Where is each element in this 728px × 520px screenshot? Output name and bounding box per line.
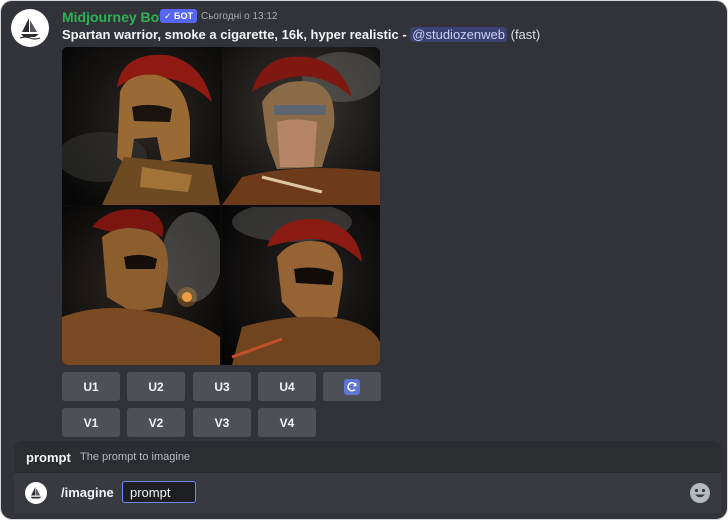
upscale-3-button[interactable]: U3 [193,372,251,401]
refresh-icon [344,378,360,395]
command-option-hint: prompt The prompt to imagine [14,441,721,473]
bot-avatar[interactable] [11,9,49,47]
sailboat-icon [19,18,41,40]
hint-option-name: prompt [26,450,71,465]
prompt-option-input[interactable]: prompt [122,481,196,503]
user-mention[interactable]: @studiozenweb [410,27,507,42]
upscale-2-button[interactable]: U2 [127,372,185,401]
variation-1-button[interactable]: V1 [62,408,120,437]
variation-3-button[interactable]: V3 [193,408,251,437]
generated-image-grid[interactable] [62,47,380,365]
variation-2-button[interactable]: V2 [127,408,185,437]
image-quadrant-3 [62,207,220,365]
prompt-separator: - [398,27,411,42]
upscale-1-button[interactable]: U1 [62,372,120,401]
hint-option-description: The prompt to imagine [80,451,191,463]
slash-command: /imagine [61,485,114,500]
image-quadrant-1 [62,47,220,205]
upscale-4-button[interactable]: U4 [258,372,316,401]
author-name[interactable]: Midjourney Bot [62,9,164,25]
message-composer[interactable]: /imagine prompt [14,473,721,513]
speed-label: (fast) [510,27,541,42]
prompt-text: Spartan warrior, smoke a cigarette, 16k,… [62,27,399,42]
message-timestamp[interactable]: Сьогодні о 13:12 [201,11,277,22]
image-quadrant-2 [222,47,380,205]
chat-window: Midjourney Bot ✓ БОТ Сьогодні о 13:12 Sp… [0,0,728,520]
bot-badge: ✓ БОТ [160,9,198,23]
emoji-icon[interactable] [689,482,711,509]
message-content: Spartan warrior, smoke a cigarette, 16k,… [62,27,540,42]
image-quadrant-4 [222,207,380,365]
command-app-avatar [25,482,47,504]
variation-4-button[interactable]: V4 [258,408,316,437]
sailboat-icon [30,486,42,499]
reroll-button[interactable] [323,372,381,401]
